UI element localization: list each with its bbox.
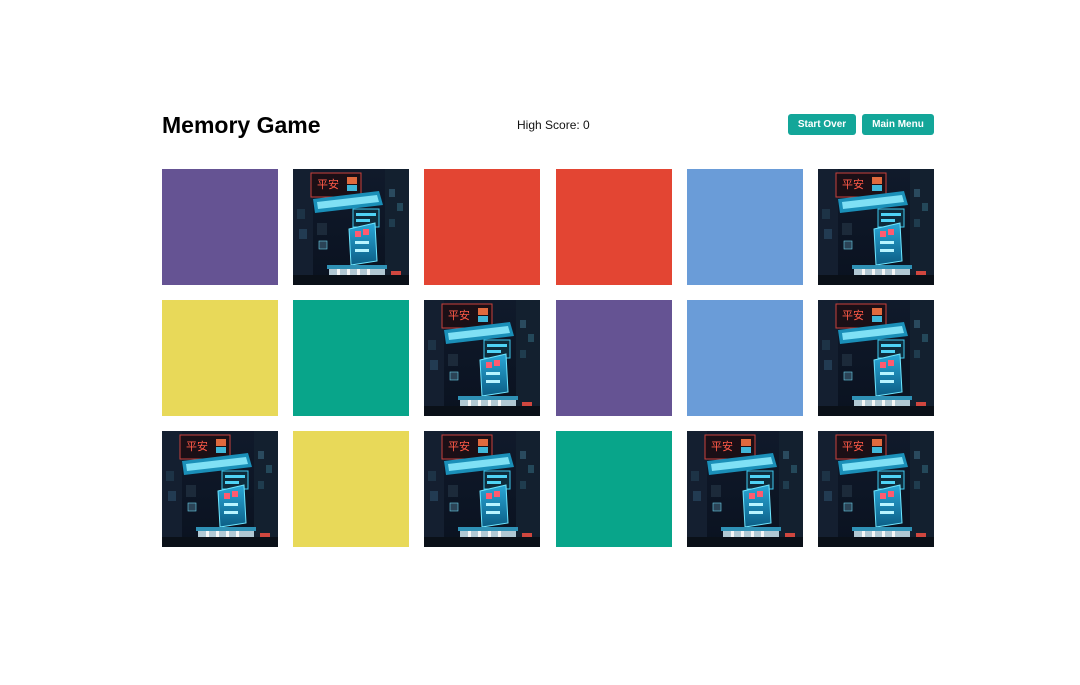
memory-card-red[interactable] xyxy=(424,169,541,285)
neon-city-card-back-image: 平安 xyxy=(686,431,803,547)
start-over-button[interactable]: Start Over xyxy=(788,114,856,135)
neon-city-card-back-image: 平安 xyxy=(817,300,934,416)
memory-card-face-down[interactable]: 平安 xyxy=(162,431,278,547)
memory-card-yellow[interactable] xyxy=(293,431,410,547)
svg-text:平安: 平安 xyxy=(711,439,733,453)
game-header: Memory Game High Score: 0 Start Over Mai… xyxy=(162,108,934,142)
memory-card-green[interactable] xyxy=(293,300,410,416)
high-score-label: High Score: 0 xyxy=(517,118,590,132)
memory-card-face-down[interactable]: 平安 xyxy=(424,431,541,547)
memory-card-purple[interactable] xyxy=(162,169,278,285)
neon-city-card-back-image: 平安 xyxy=(817,169,934,285)
neon-city-card-back-image: 平安 xyxy=(424,431,541,547)
memory-card-face-down[interactable]: 平安 xyxy=(817,300,934,416)
memory-card-yellow[interactable] xyxy=(162,300,278,416)
neon-city-card-back-image: 平安 xyxy=(293,169,410,285)
card-grid: 平安 平安 平安 平安 平安 平安 平安 平安 xyxy=(162,169,934,547)
memory-card-blue[interactable] xyxy=(686,169,803,285)
svg-text:平安: 平安 xyxy=(842,439,864,453)
memory-card-face-down[interactable]: 平安 xyxy=(817,431,934,547)
memory-card-face-down[interactable]: 平安 xyxy=(686,431,803,547)
neon-city-card-back-image: 平安 xyxy=(424,300,541,416)
game-title: Memory Game xyxy=(162,112,321,138)
memory-card-face-down[interactable]: 平安 xyxy=(293,169,410,285)
memory-card-purple[interactable] xyxy=(555,300,672,416)
memory-card-green[interactable] xyxy=(555,431,672,547)
svg-text:平安: 平安 xyxy=(186,439,208,453)
svg-text:平安: 平安 xyxy=(448,308,470,322)
memory-card-face-down[interactable]: 平安 xyxy=(424,300,541,416)
main-menu-button[interactable]: Main Menu xyxy=(862,114,934,135)
memory-card-face-down[interactable]: 平安 xyxy=(817,169,934,285)
svg-text:平安: 平安 xyxy=(448,439,470,453)
svg-text:平安: 平安 xyxy=(317,177,339,191)
neon-city-card-back-image: 平安 xyxy=(817,431,934,547)
memory-card-red[interactable] xyxy=(555,169,672,285)
neon-city-card-back-image: 平安 xyxy=(162,431,278,547)
svg-text:平安: 平安 xyxy=(842,308,864,322)
header-buttons: Start Over Main Menu xyxy=(788,114,934,135)
svg-text:平安: 平安 xyxy=(842,177,864,191)
memory-card-blue[interactable] xyxy=(686,300,803,416)
memory-game-page: Memory Game High Score: 0 Start Over Mai… xyxy=(0,0,1080,685)
